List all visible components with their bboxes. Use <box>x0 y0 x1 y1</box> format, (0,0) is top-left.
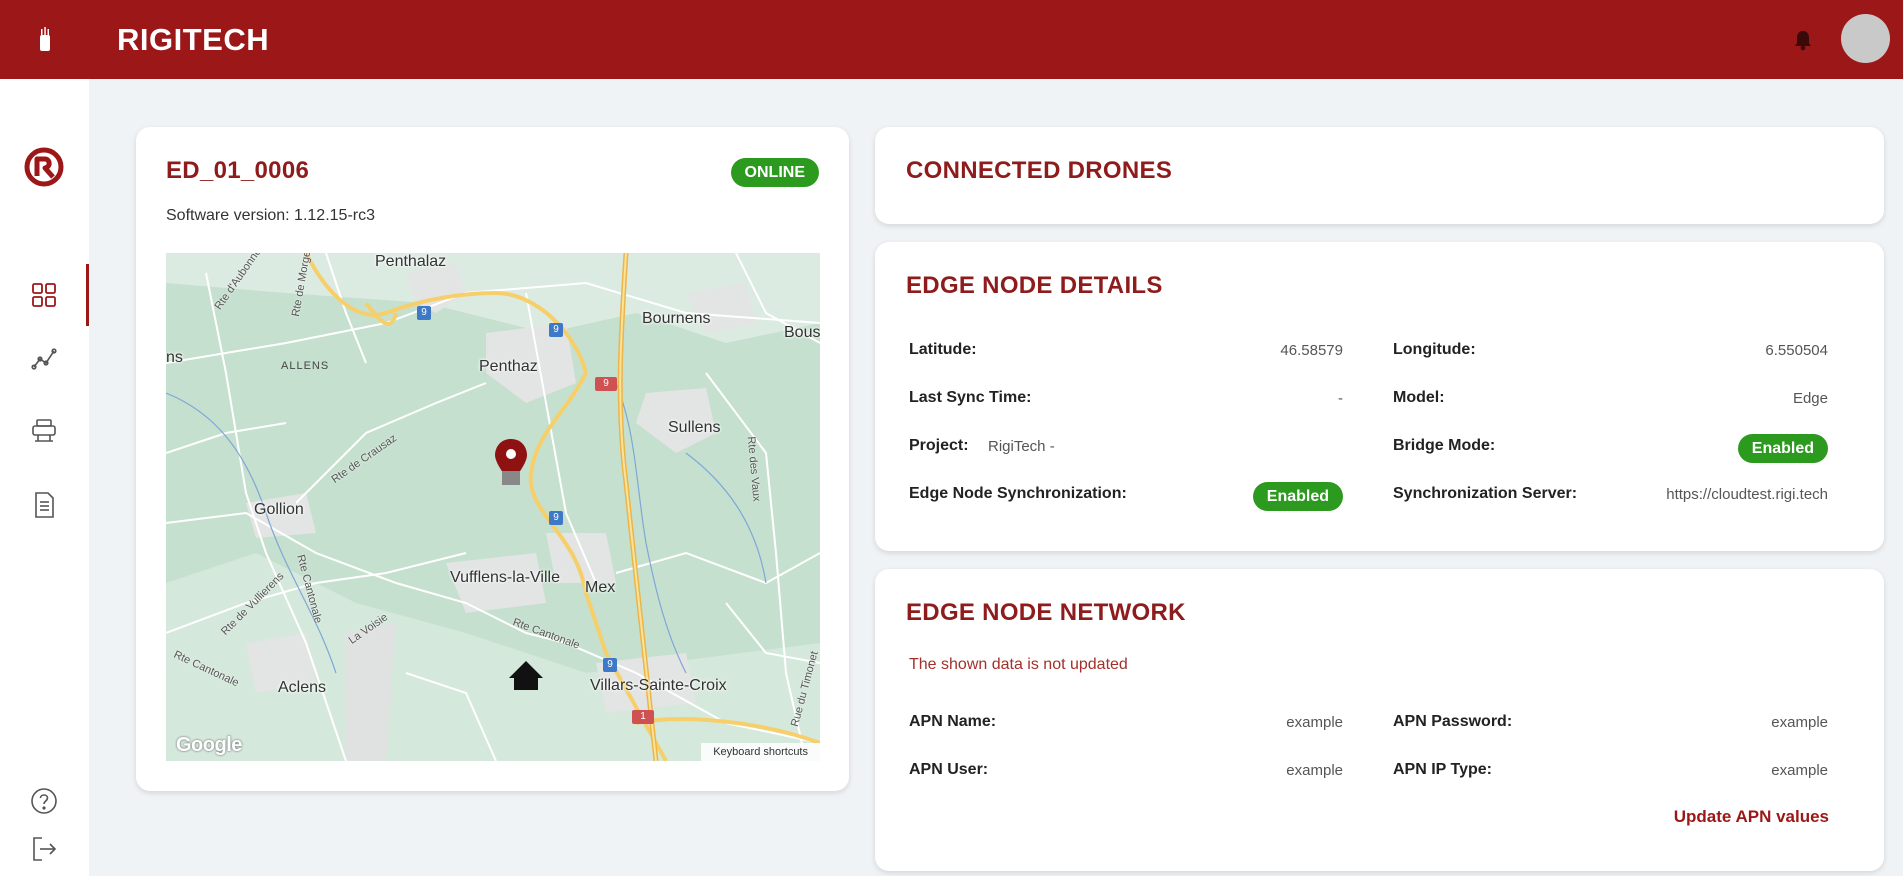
software-version: Software version: 1.12.15-rc3 <box>166 207 375 224</box>
longitude-label: Longitude: <box>1393 341 1476 358</box>
node-title: ED_01_0006 <box>166 157 310 184</box>
bridge-mode-badge: Enabled <box>1737 434 1828 463</box>
map-place-label: ns <box>166 349 183 366</box>
status-badge: ONLINE <box>730 158 819 187</box>
apn-name-value: example <box>1286 714 1343 731</box>
edge-node-network-title: EDGE NODE NETWORK <box>906 599 1186 626</box>
map-place-label: Aclens <box>278 679 327 696</box>
node-card: ED_01_0006 ONLINE Software version: 1.12… <box>136 127 849 791</box>
edge-node-details-title: EDGE NODE DETAILS <box>906 272 1163 299</box>
dashboard-grid-icon[interactable] <box>22 273 66 317</box>
document-icon[interactable] <box>22 483 66 527</box>
road-shield-1: 1 <box>632 710 654 724</box>
rigitech-logo-icon <box>23 146 65 188</box>
edge-node-network-card: EDGE NODE NETWORK The shown data is not … <box>875 569 1884 871</box>
keyboard-shortcuts-link[interactable]: Keyboard shortcuts <box>701 743 820 761</box>
project-value: RigiTech - <box>988 438 1055 455</box>
apn-password-value: example <box>1771 714 1828 731</box>
apn-ip-type-value: example <box>1771 762 1828 779</box>
last-sync-label: Last Sync Time: <box>909 389 1032 406</box>
apn-name-label: APN Name: <box>909 713 997 730</box>
map-place-label: Gollion <box>254 501 304 518</box>
sync-server-value: https://cloudtest.rigi.tech <box>1666 486 1828 503</box>
map-place-label: Penthaz <box>479 358 538 375</box>
device-icon[interactable] <box>22 409 66 453</box>
map-area-label: ALLENS <box>281 360 330 372</box>
road-shield-9: 9 <box>549 511 563 525</box>
map-view[interactable]: 9 9 9 9 9 1 Penthalaz Bournens Bous ns P… <box>166 253 820 761</box>
bell-icon[interactable] <box>1790 27 1816 53</box>
map-place-label: Mex <box>585 579 616 596</box>
app-brand: RIGITECH <box>117 21 270 57</box>
apn-password-label: APN Password: <box>1393 713 1513 730</box>
apn-ip-type-label: APN IP Type: <box>1393 761 1492 778</box>
last-sync-value: - <box>1338 390 1343 407</box>
connected-drones-card: CONNECTED DRONES <box>875 127 1884 224</box>
map-place-label: Penthalaz <box>375 253 447 270</box>
model-value: Edge <box>1792 390 1828 407</box>
road-shield-9: 9 <box>417 306 431 320</box>
edge-node-details-card: EDGE NODE DETAILS Latitude: 46.58579 Lon… <box>875 242 1884 551</box>
map-place-label: Bournens <box>642 310 711 327</box>
help-icon[interactable] <box>22 779 66 823</box>
stale-data-warning: The shown data is not updated <box>909 656 1128 673</box>
logout-icon[interactable] <box>22 827 66 871</box>
model-label: Model: <box>1393 389 1445 406</box>
sync-label: Edge Node Synchronization: <box>909 485 1127 502</box>
map-place-label: Bous <box>784 324 820 341</box>
bridge-mode-label: Bridge Mode: <box>1393 437 1496 454</box>
longitude-value: 6.550504 <box>1765 342 1828 359</box>
road-shield-9: 9 <box>595 377 617 391</box>
apn-user-value: example <box>1286 762 1343 779</box>
avatar[interactable] <box>1841 14 1890 63</box>
latitude-label: Latitude: <box>909 341 977 358</box>
update-apn-button[interactable]: Update APN values <box>1674 807 1829 827</box>
road-shield-9: 9 <box>549 323 563 337</box>
sidebar <box>0 79 89 876</box>
analytics-icon[interactable] <box>22 337 66 381</box>
map-place-label: Villars-Sainte-Croix <box>590 677 727 694</box>
map-place-label: Sullens <box>668 419 721 436</box>
project-label: Project: <box>909 437 969 454</box>
apn-user-label: APN User: <box>909 761 989 778</box>
map-place-label: Vufflens-la-Ville <box>450 569 560 586</box>
connected-drones-title: CONNECTED DRONES <box>906 157 1173 184</box>
sync-badge: Enabled <box>1252 482 1343 511</box>
latitude-value: 46.58579 <box>1280 342 1343 359</box>
sync-server-label: Synchronization Server: <box>1393 485 1578 502</box>
road-shield-9: 9 <box>603 658 617 672</box>
rigitech-mark-icon[interactable] <box>0 0 90 79</box>
google-logo: Google <box>176 734 242 756</box>
top-bar: RIGITECH <box>0 0 1903 79</box>
sidebar-active-indicator <box>86 264 89 326</box>
